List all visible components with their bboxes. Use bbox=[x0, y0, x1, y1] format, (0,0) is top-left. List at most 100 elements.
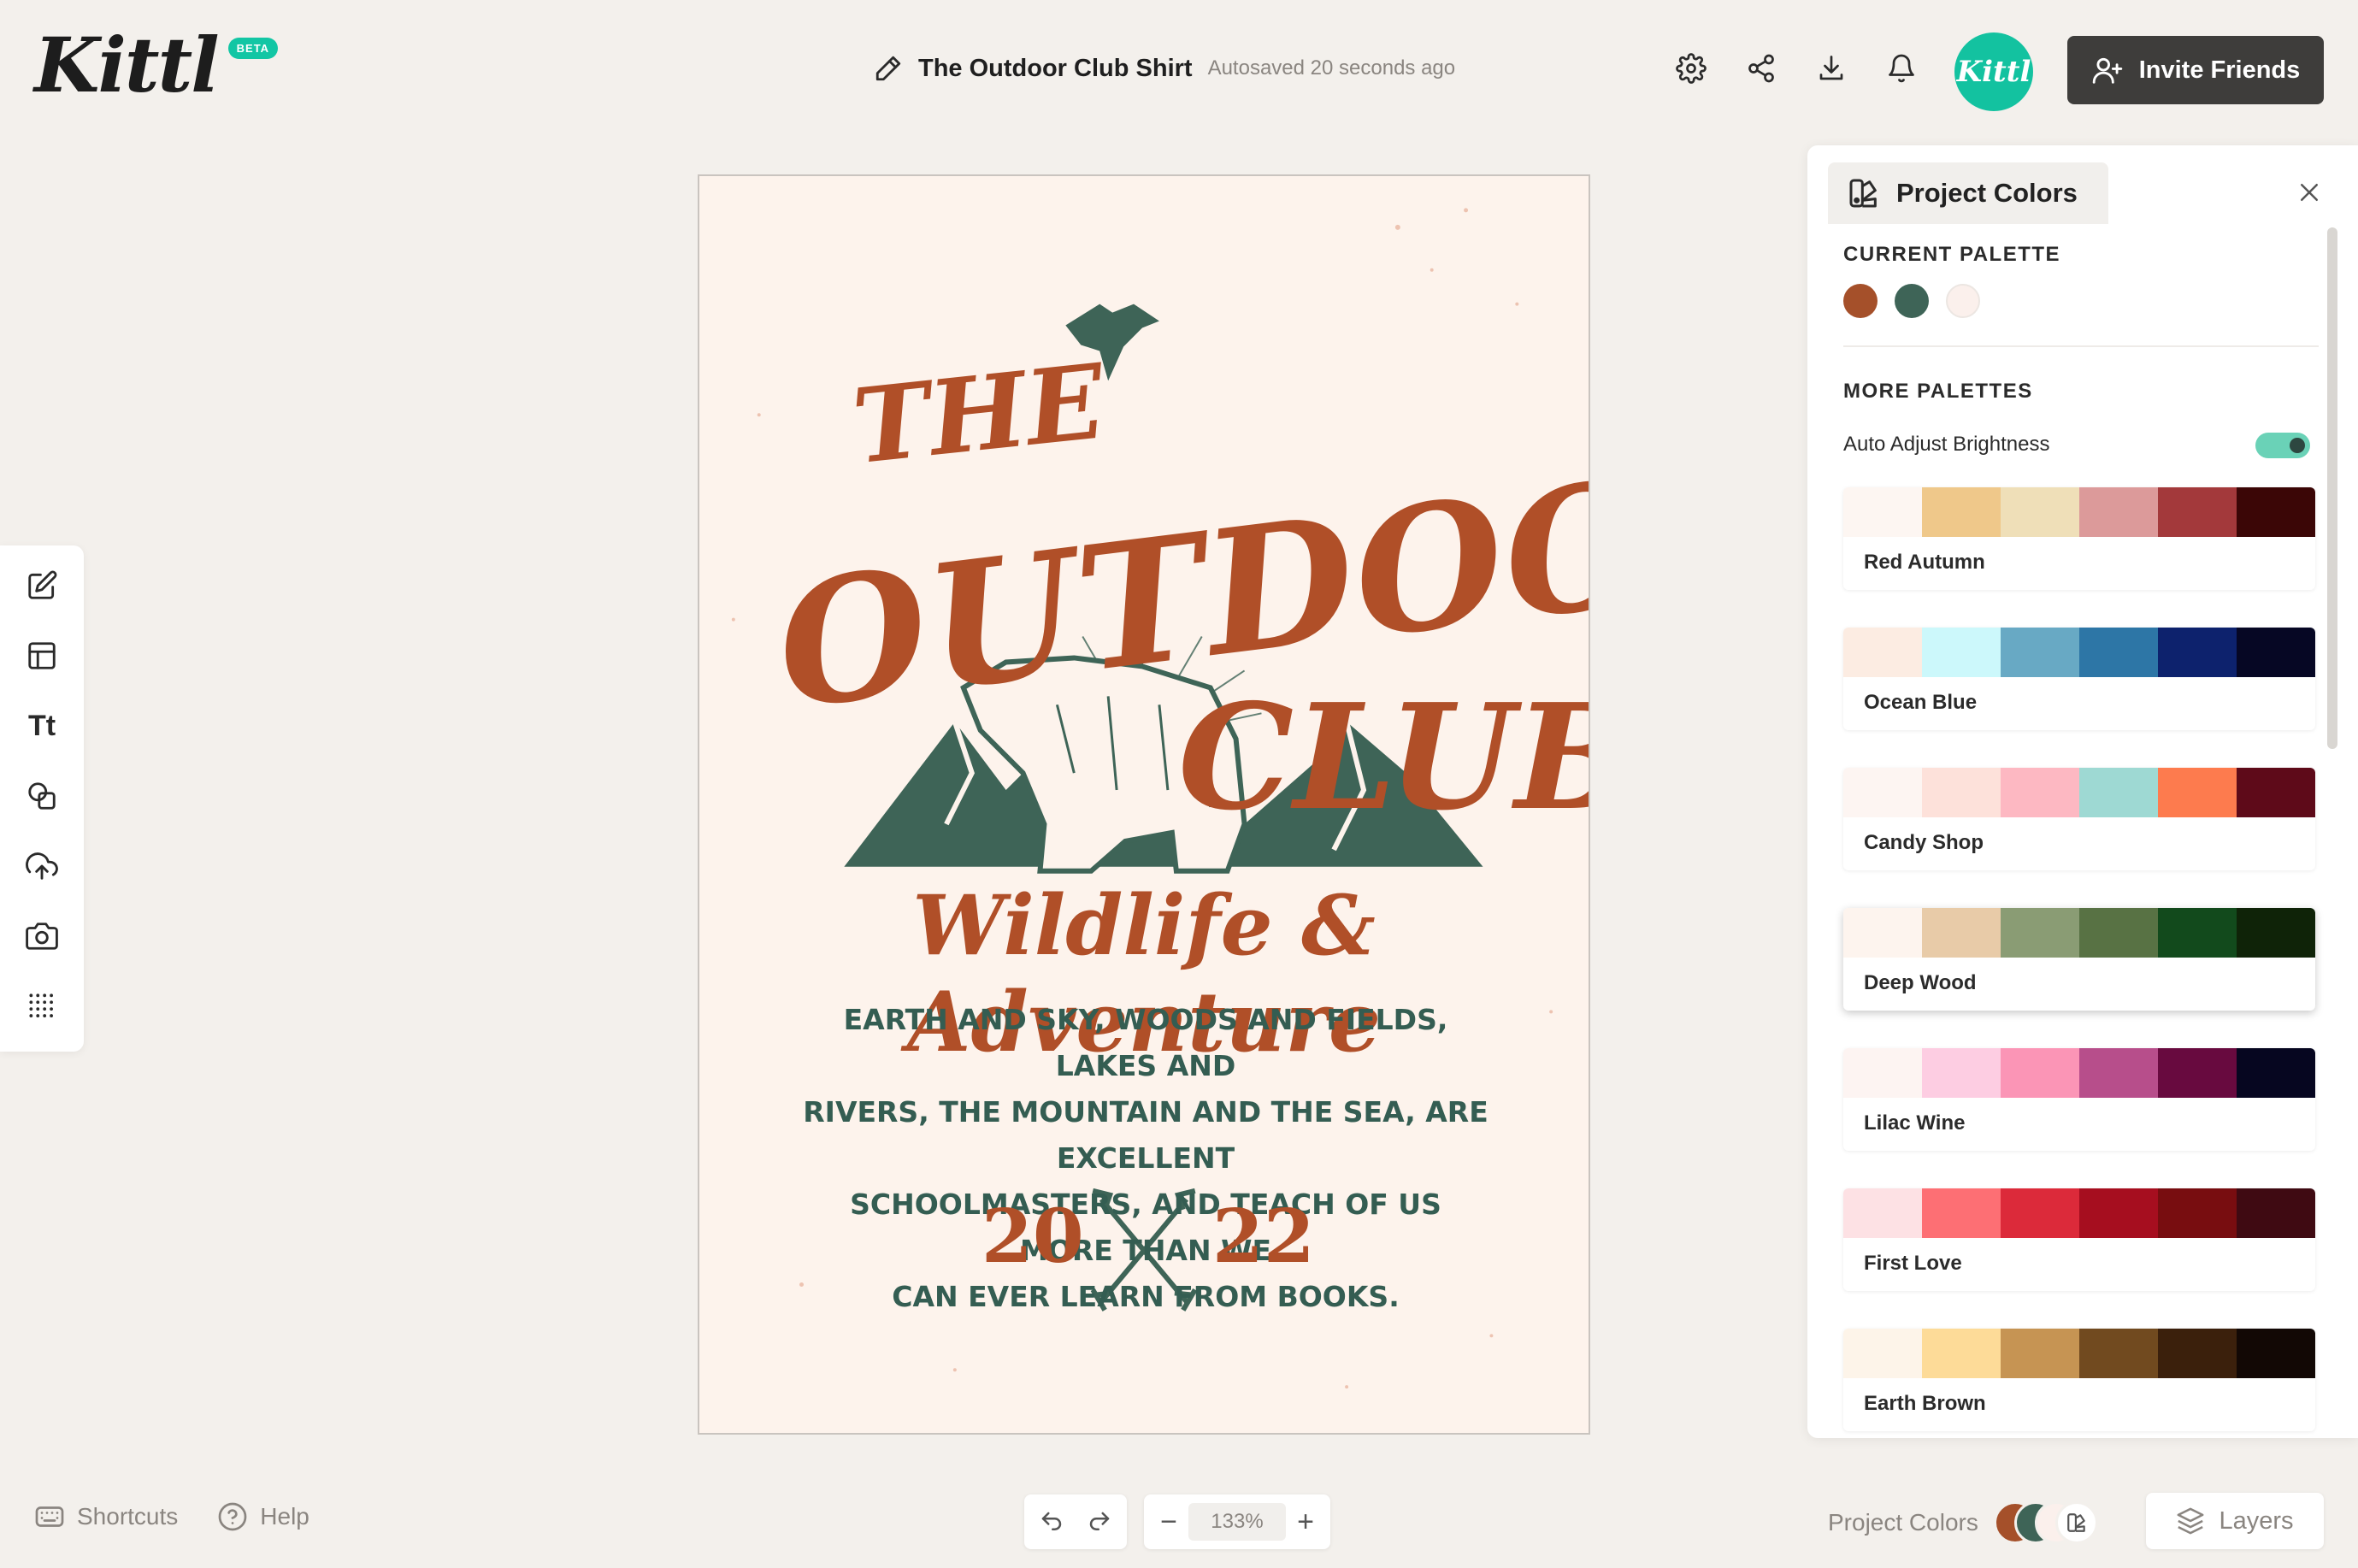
palette-swatch bbox=[1922, 487, 2001, 537]
keyboard-icon bbox=[35, 1506, 64, 1527]
panel-scrollbar[interactable] bbox=[2327, 227, 2337, 749]
texture-icon[interactable] bbox=[24, 988, 60, 1024]
current-color-swatch[interactable] bbox=[1946, 284, 1980, 318]
palette-name: Red Autumn bbox=[1864, 551, 1985, 574]
palette-swatch-strip bbox=[1843, 908, 2315, 958]
kittl-logo[interactable]: Kittl BETA bbox=[34, 21, 279, 109]
shortcuts-link[interactable]: Shortcuts bbox=[34, 1501, 178, 1532]
quote-line-3: SCHOOLMASTERS, AND TEACH OF US MORE THAN… bbox=[850, 1188, 1441, 1267]
layers-button[interactable]: Layers bbox=[2146, 1493, 2324, 1549]
project-colors-panel: Project Colors CURRENT PALETTE MORE PALE… bbox=[1807, 145, 2358, 1438]
layers-icon bbox=[2178, 1507, 2204, 1535]
palette-name: Deep Wood bbox=[1864, 971, 1977, 994]
close-icon[interactable] bbox=[2296, 180, 2322, 205]
help-icon bbox=[218, 1502, 247, 1531]
design-canvas[interactable]: THE OUTDOOR CLUB Wildlife & Adventure EA… bbox=[698, 174, 1590, 1435]
design-text-club[interactable]: CLUB bbox=[1178, 672, 1589, 843]
beta-badge: BETA bbox=[227, 38, 279, 59]
palette-swatch bbox=[2158, 628, 2237, 677]
auto-adjust-label: Auto Adjust Brightness bbox=[1843, 433, 2050, 456]
upload-icon[interactable] bbox=[24, 848, 60, 884]
download-icon[interactable] bbox=[1814, 51, 1848, 85]
palette-swatch bbox=[1843, 1188, 1922, 1238]
edit-icon[interactable] bbox=[24, 568, 60, 604]
auto-adjust-toggle[interactable] bbox=[2255, 433, 2310, 458]
shapes-icon[interactable] bbox=[24, 778, 60, 814]
palette-swatch bbox=[2001, 908, 2079, 958]
bell-icon[interactable] bbox=[1884, 51, 1919, 85]
palette-swatch bbox=[2001, 1188, 2079, 1238]
invite-friends-button[interactable]: Invite Friends bbox=[2067, 36, 2324, 104]
document-title[interactable]: The Outdoor Club Shirt Autosaved 20 seco… bbox=[874, 50, 1455, 87]
header-actions bbox=[1674, 51, 1919, 85]
zoom-controls: − 133% + bbox=[1144, 1494, 1330, 1549]
current-palette-swatches bbox=[1843, 284, 1980, 318]
palette-card[interactable]: Ocean Blue bbox=[1843, 628, 2315, 730]
palette-card[interactable]: Red Autumn bbox=[1843, 487, 2315, 590]
design-text-quote[interactable]: EARTH AND SKY, WOODS AND FIELDS, LAKES A… bbox=[802, 997, 1489, 1320]
shortcuts-label: Shortcuts bbox=[77, 1503, 179, 1530]
help-link[interactable]: Help bbox=[217, 1501, 309, 1532]
left-toolbar: Tt bbox=[0, 545, 84, 1052]
palette-swatch bbox=[2158, 1329, 2237, 1378]
tab-project-colors[interactable]: Project Colors bbox=[1828, 162, 2108, 224]
design-text-year-right[interactable]: 22 bbox=[1212, 1194, 1349, 1280]
project-colors-button[interactable]: Project Colors bbox=[1828, 1501, 2105, 1544]
palette-swatch bbox=[2237, 1188, 2315, 1238]
redo-icon[interactable] bbox=[1087, 1509, 1112, 1535]
design-text-year-left[interactable]: 20 bbox=[982, 1194, 1118, 1280]
palette-name: Candy Shop bbox=[1864, 831, 1984, 854]
share-icon[interactable] bbox=[1744, 51, 1778, 85]
avatar[interactable]: Kittl bbox=[1954, 32, 2033, 111]
palette-swatch bbox=[1843, 1329, 1922, 1378]
undo-icon[interactable] bbox=[1039, 1509, 1064, 1535]
palette-name: Lilac Wine bbox=[1864, 1111, 1966, 1135]
zoom-level[interactable]: 133% bbox=[1188, 1503, 1286, 1541]
divider bbox=[1843, 345, 2319, 347]
palette-name: First Love bbox=[1864, 1252, 1962, 1275]
design-text-the[interactable]: THE bbox=[847, 341, 1110, 487]
text-icon[interactable]: Tt bbox=[24, 708, 60, 744]
palette-swatch-strip bbox=[1843, 628, 2315, 677]
zoom-in-button[interactable]: + bbox=[1293, 1506, 1318, 1539]
palette-swatch bbox=[2001, 487, 2079, 537]
palette-swatch bbox=[1922, 768, 2001, 817]
quote-line-2: RIVERS, THE MOUNTAIN AND THE SEA, ARE EX… bbox=[803, 1095, 1488, 1175]
palette-swatch bbox=[2079, 908, 2158, 958]
layers-label: Layers bbox=[2219, 1506, 2294, 1535]
more-palettes-label: MORE PALETTES bbox=[1843, 380, 2033, 403]
palette-swatch bbox=[1843, 768, 1922, 817]
palette-card[interactable]: Earth Brown bbox=[1843, 1329, 2315, 1431]
palette-icon bbox=[2054, 1501, 2098, 1544]
palette-card[interactable]: First Love bbox=[1843, 1188, 2315, 1291]
palette-swatch bbox=[2158, 487, 2237, 537]
templates-icon[interactable] bbox=[24, 638, 60, 674]
zoom-out-button[interactable]: − bbox=[1156, 1506, 1182, 1539]
palette-swatch bbox=[2158, 1048, 2237, 1098]
palette-swatch bbox=[1843, 1048, 1922, 1098]
gear-icon[interactable] bbox=[1674, 51, 1708, 85]
palette-card[interactable]: Deep Wood bbox=[1843, 908, 2315, 1011]
palette-name: Ocean Blue bbox=[1864, 691, 1978, 714]
autosave-status: Autosaved 20 seconds ago bbox=[1207, 56, 1456, 80]
history-controls bbox=[1024, 1494, 1127, 1549]
palette-swatch bbox=[1922, 1048, 2001, 1098]
document-name[interactable]: The Outdoor Club Shirt bbox=[918, 55, 1193, 83]
palette-swatch bbox=[2237, 908, 2315, 958]
palette-swatch bbox=[2237, 1048, 2315, 1098]
palette-swatch bbox=[2237, 487, 2315, 537]
add-user-icon bbox=[2092, 57, 2122, 84]
palette-swatch-strip bbox=[1843, 1188, 2315, 1238]
palette-swatch bbox=[1922, 628, 2001, 677]
palette-swatch bbox=[2079, 487, 2158, 537]
palette-card[interactable]: Lilac Wine bbox=[1843, 1048, 2315, 1151]
palette-swatch bbox=[1922, 908, 2001, 958]
palette-swatch bbox=[2001, 1329, 2079, 1378]
current-color-swatch[interactable] bbox=[1895, 284, 1929, 318]
logo-text: Kittl bbox=[34, 21, 220, 109]
current-color-swatch[interactable] bbox=[1843, 284, 1878, 318]
palette-swatch-strip bbox=[1843, 768, 2315, 817]
palette-swatch bbox=[2158, 1188, 2237, 1238]
camera-icon[interactable] bbox=[24, 918, 60, 954]
palette-card[interactable]: Candy Shop bbox=[1843, 768, 2315, 870]
